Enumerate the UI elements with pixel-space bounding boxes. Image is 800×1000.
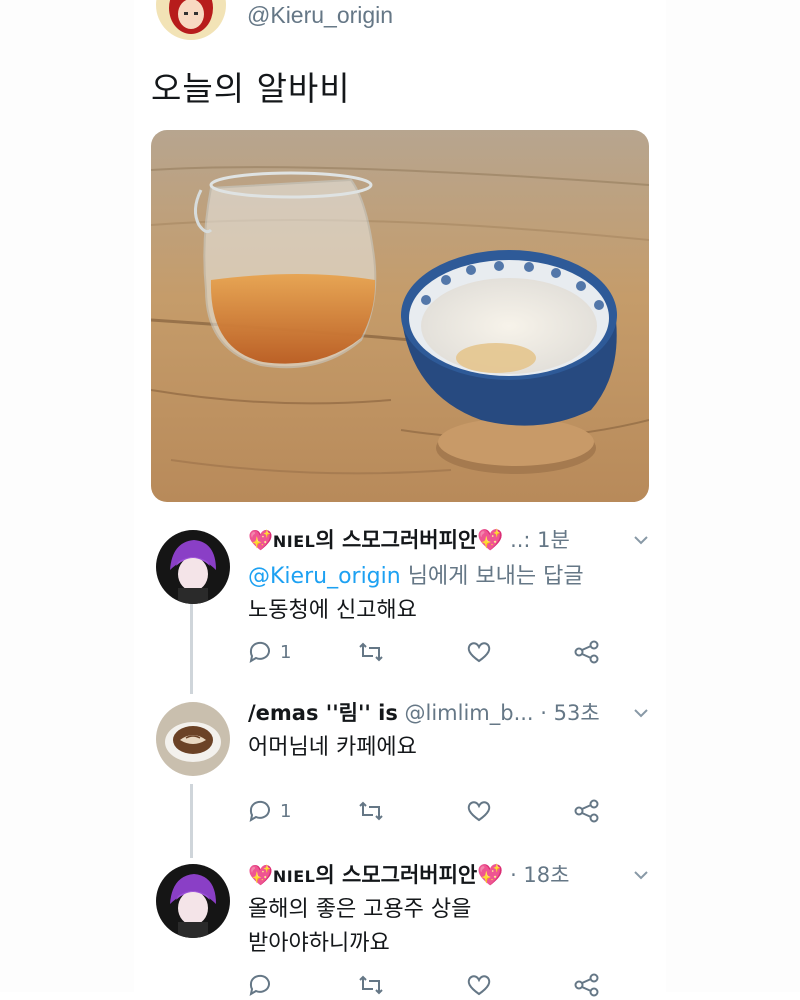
reply-meta: @limlim_b... · 53초 (397, 701, 600, 725)
share-icon (574, 640, 600, 664)
left-margin (0, 0, 134, 992)
like-button[interactable] (466, 637, 492, 667)
reply-icon (248, 973, 272, 997)
action-bar: 1 (248, 637, 608, 667)
like-icon (466, 640, 492, 664)
thread-line (190, 784, 193, 858)
reply-icon (248, 799, 272, 823)
heart-emoji: 💖 (248, 528, 273, 552)
like-button[interactable] (466, 970, 492, 1000)
avatar[interactable] (156, 530, 230, 604)
action-bar: 1 (248, 796, 608, 826)
reply-text-line-1: 올해의 좋은 고용주 상을 (248, 897, 472, 922)
reply-tweet[interactable]: 💖NIEL의 스모그러버피안💖 ..: 1분 @Kieru_origin 님에게… (150, 525, 660, 675)
display-name[interactable]: 의 스모그러버피안💖 (315, 528, 503, 552)
share-button[interactable] (574, 796, 600, 826)
tweet-handle[interactable]: @Kieru_origin (247, 2, 393, 29)
share-button[interactable] (574, 637, 600, 667)
retweet-icon (358, 973, 384, 997)
like-icon (466, 973, 492, 997)
display-name-tag[interactable]: NIEL (273, 867, 315, 886)
tweet-text: 오늘의 알바비 (151, 69, 351, 108)
action-bar (248, 970, 608, 1000)
avatar[interactable] (156, 0, 226, 40)
share-icon (574, 973, 600, 997)
reply-header: 💖NIEL의 스모그러버피안💖 · 18초 (248, 860, 569, 890)
reply-count: 1 (280, 800, 292, 822)
reply-header: /emas ''림'' is @limlim_b... · 53초 (248, 698, 600, 728)
chevron-down-icon[interactable] (630, 864, 652, 886)
reply-header: 💖NIEL의 스모그러버피안💖 ..: 1분 (248, 525, 570, 555)
reply-button[interactable]: 1 (248, 796, 291, 826)
reply-text: 노동청에 신고해요 (248, 598, 417, 623)
retweet-icon (358, 640, 384, 664)
like-icon (466, 799, 492, 823)
tweet-photo[interactable] (151, 130, 649, 502)
retweet-button[interactable] (358, 970, 384, 1000)
share-button[interactable] (574, 970, 600, 1000)
reply-to-text: 님에게 보내는 답글 (400, 564, 584, 589)
mention-link[interactable]: @Kieru_origin (248, 564, 401, 589)
reply-meta: · 18초 (503, 863, 570, 887)
reply-button[interactable] (248, 970, 280, 1000)
retweet-button[interactable] (358, 796, 384, 826)
display-name[interactable]: 의 스모그러버피안💖 (315, 863, 503, 887)
reply-to-line: @Kieru_origin 님에게 보내는 답글 (248, 559, 584, 594)
reply-count: 1 (280, 641, 292, 663)
chevron-down-icon[interactable] (630, 702, 652, 724)
thread-line (190, 604, 193, 694)
heart-emoji: 💖 (248, 863, 273, 887)
display-name-tag[interactable]: NIEL (273, 532, 315, 551)
like-button[interactable] (466, 796, 492, 826)
reply-tweet[interactable]: 💖NIEL의 스모그러버피안💖 · 18초 올해의 좋은 고용주 상을 받아야하… (150, 860, 660, 997)
reply-button[interactable]: 1 (248, 637, 291, 667)
retweet-icon (358, 799, 384, 823)
avatar[interactable] (156, 702, 230, 776)
right-margin (666, 0, 800, 992)
chevron-down-icon[interactable] (630, 529, 652, 551)
avatar[interactable] (156, 864, 230, 938)
retweet-button[interactable] (358, 637, 384, 667)
display-name[interactable]: /emas ''림'' is (248, 701, 398, 725)
reply-icon (248, 640, 272, 664)
share-icon (574, 799, 600, 823)
reply-meta: ..: 1분 (503, 528, 570, 552)
reply-text-line-2: 받아야하니까요 (248, 931, 390, 956)
reply-tweet[interactable]: /emas ''림'' is @limlim_b... · 53초 어머님네 카… (150, 698, 660, 828)
reply-text: 어머님네 카페에요 (248, 735, 417, 760)
